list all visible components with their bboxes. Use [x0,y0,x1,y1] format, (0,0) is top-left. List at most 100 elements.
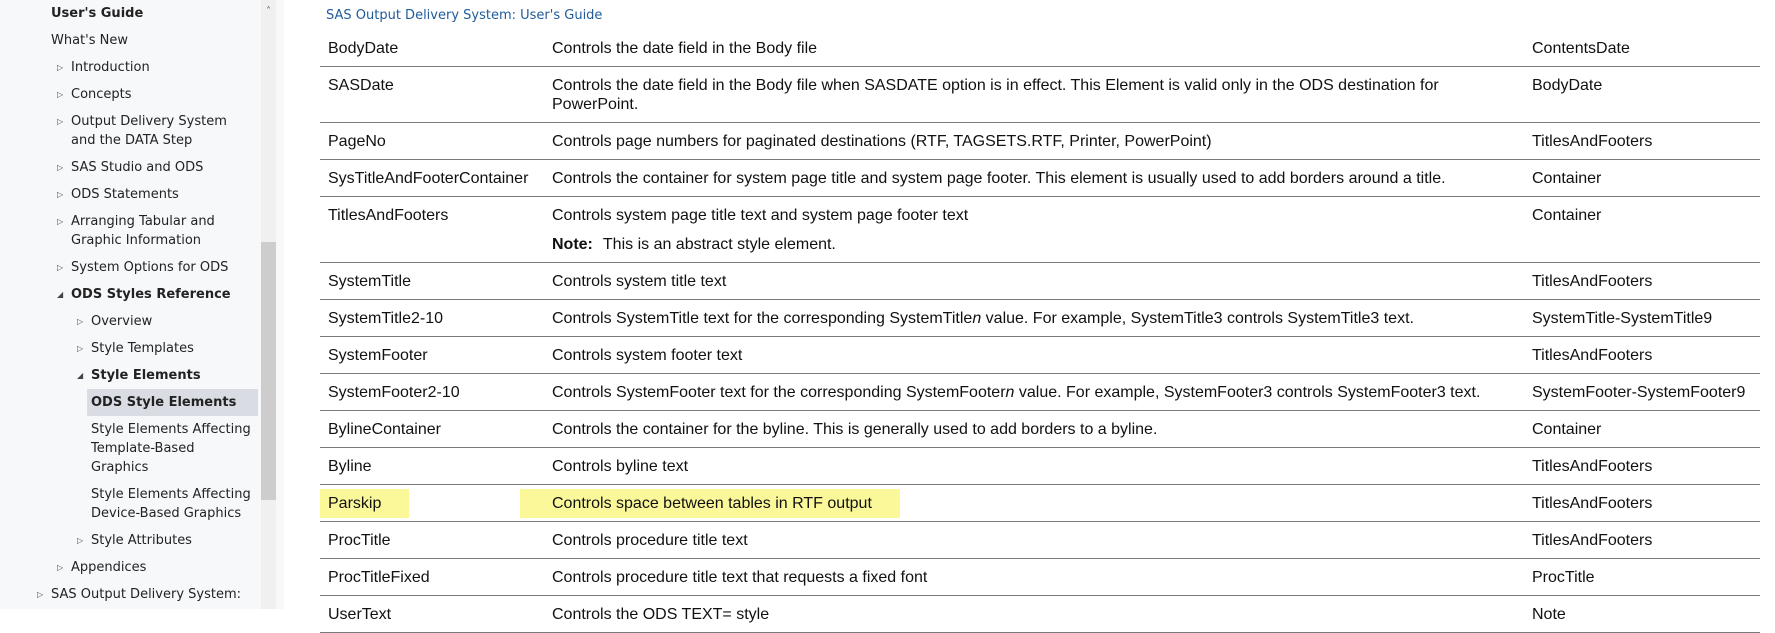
sidebar-item[interactable]: ◢ ODS Styles Reference [0,281,258,308]
table-row: Byline Controls byline text TitlesAndFoo… [320,447,1760,485]
sidebar-item[interactable]: ▷ Output Delivery System and the DATA Ste… [0,108,258,154]
table-row: ProcTitleFixed Controls procedure title … [320,558,1760,596]
element-name: SystemTitle [328,273,411,290]
parent-cell: SystemFooter-SystemFooter9 [1524,373,1760,411]
sidebar-item[interactable]: ▷ Introduction [0,54,258,81]
description-text: Controls SystemFooter text for the corre… [552,384,1480,401]
sidebar-item[interactable]: Style Elements Affecting Device-Based Gr… [0,481,258,527]
table-row: SystemFooter Controls system footer text… [320,336,1760,374]
parent-cell: TitlesAndFooters [1524,336,1760,374]
table-row: Parskip Controls space between tables in… [320,484,1760,522]
note: Note: This is an abstract style element. [552,235,1516,254]
description-text: Controls the container for the byline. T… [552,421,1158,438]
expand-arrow-icon[interactable]: ▷ [57,58,63,77]
sidebar-item-label: Style Templates [91,341,194,356]
parent-name: Container [1532,207,1602,224]
parent-name: ContentsDate [1532,40,1630,57]
collapse-arrow-icon[interactable]: ◢ [57,285,63,304]
sidebar-item[interactable]: ▷ Concepts [0,81,258,108]
parent-name: ProcTitle [1532,569,1595,586]
table-row: BylineContainer Controls the container f… [320,410,1760,448]
element-name: SASDate [328,77,394,94]
description-cell: Controls byline text [544,447,1524,485]
expand-arrow-icon[interactable]: ▷ [77,531,83,550]
parent-cell: TitlesAndFooters [1524,262,1760,300]
sidebar-item[interactable]: ▷ SAS Output Delivery System: [0,581,258,608]
collapse-arrow-icon[interactable]: ◢ [77,366,83,385]
description-text: Controls the date field in the Body file… [552,77,1439,113]
sidebar-item[interactable]: ▷ Appendices [0,554,258,581]
sidebar-item[interactable]: ▷ Style Templates [0,335,258,362]
description-text: Controls procedure title text [552,532,748,549]
parent-cell: ContentsDate [1524,30,1760,67]
sidebar-item[interactable]: ▷ SAS Studio and ODS [0,154,258,181]
element-name: TitlesAndFooters [328,207,449,224]
element-cell: Parskip [320,484,544,522]
expand-arrow-icon[interactable]: ▷ [57,185,63,204]
parent-name: Container [1532,421,1602,438]
sidebar-item[interactable]: ▷ Arranging Tabular and Graphic Informati… [0,208,258,254]
description-cell: Controls the date field in the Body file… [544,66,1524,123]
element-cell: Byline [320,447,544,485]
sidebar-item-label: Style Elements Affecting Device-Based Gr… [91,487,251,521]
element-cell: ProcTitle [320,521,544,559]
sidebar-item[interactable]: ▷ System Options for ODS [0,254,258,281]
description-cell: Controls procedure title text [544,521,1524,559]
parent-cell: Container [1524,196,1760,263]
table-row: SystemFooter2-10 Controls SystemFooter t… [320,373,1760,411]
description-cell: Controls page numbers for paginated dest… [544,122,1524,160]
sidebar-item-label: Introduction [71,60,150,75]
element-name: ProcTitleFixed [328,569,430,586]
chevron-up-icon[interactable]: ˄ [261,6,276,17]
expand-arrow-icon[interactable]: ▷ [77,339,83,358]
parent-name: BodyDate [1532,77,1603,94]
sidebar-item[interactable]: User's Guide [0,0,258,27]
sidebar-item[interactable]: ODS Style Elements [87,389,258,416]
expand-arrow-icon[interactable]: ▷ [57,258,63,277]
breadcrumb-link[interactable]: SAS Output Delivery System: User's Guide [326,8,602,23]
expand-arrow-icon[interactable]: ▷ [77,312,83,331]
sidebar-item-label: ODS Styles Reference [71,287,231,302]
sidebar-item-label: Style Elements Affecting Template-Based … [91,422,251,475]
parent-cell: ProcTitle [1524,558,1760,596]
sidebar-item[interactable]: What's New [0,27,258,54]
parent-cell: TitlesAndFooters [1524,122,1760,160]
table-row: SystemTitle Controls system title text T… [320,262,1760,300]
parent-name: TitlesAndFooters [1532,273,1653,290]
sidebar-item[interactable]: ▷ Overview [0,308,258,335]
description-text: Controls the date field in the Body file [552,40,818,57]
scrollbar-thumb[interactable] [261,242,276,500]
element-cell: SysTitleAndFooterContainer [320,159,544,197]
sidebar-item-label: User's Guide [51,6,144,21]
expand-arrow-icon[interactable]: ▷ [57,85,63,104]
sidebar-item-label: What's New [51,33,128,48]
sidebar-item-label: Style Attributes [91,533,192,548]
sidebar-item[interactable]: ▷ Style Attributes [0,527,258,554]
element-name: BylineContainer [328,421,441,438]
table-row: SysTitleAndFooterContainer Controls the … [320,159,1760,197]
expand-arrow-icon[interactable]: ▷ [57,158,63,177]
style-elements-table: BodyDate Controls the date field in the … [320,30,1760,633]
sidebar-item-label: Arranging Tabular and Graphic Informatio… [71,214,215,248]
table-row: PageNo Controls page numbers for paginat… [320,122,1760,160]
expand-arrow-icon[interactable]: ▷ [57,212,63,231]
parent-name: Container [1532,170,1602,187]
sidebar-item-label: Concepts [71,87,132,102]
sidebar-item[interactable]: ▷ ODS Statements [0,181,258,208]
sidebar-item[interactable]: Style Elements Affecting Template-Based … [0,416,258,481]
note-text: This is an abstract style element. [602,236,836,253]
sidebar-item[interactable]: ◢ Style Elements [0,362,258,389]
expand-arrow-icon[interactable]: ▷ [57,558,63,577]
expand-arrow-icon[interactable]: ▷ [37,585,43,604]
sidebar-scrollbar[interactable]: ˄ [261,0,276,609]
parent-cell: SystemTitle-SystemTitle9 [1524,299,1760,337]
expand-arrow-icon[interactable]: ▷ [57,112,63,131]
description-cell: Controls space between tables in RTF out… [520,484,1524,522]
description-italic: n [972,310,982,327]
table-row: BodyDate Controls the date field in the … [320,30,1760,67]
description-cell: Controls system footer text [544,336,1524,374]
parent-name: SystemFooter-SystemFooter9 [1532,384,1746,401]
element-name: SystemFooter [328,347,428,364]
element-cell: SystemFooter [320,336,544,374]
sidebar-nav: User's Guide What's New ▷ Introduction ▷ Conc… [0,0,284,609]
